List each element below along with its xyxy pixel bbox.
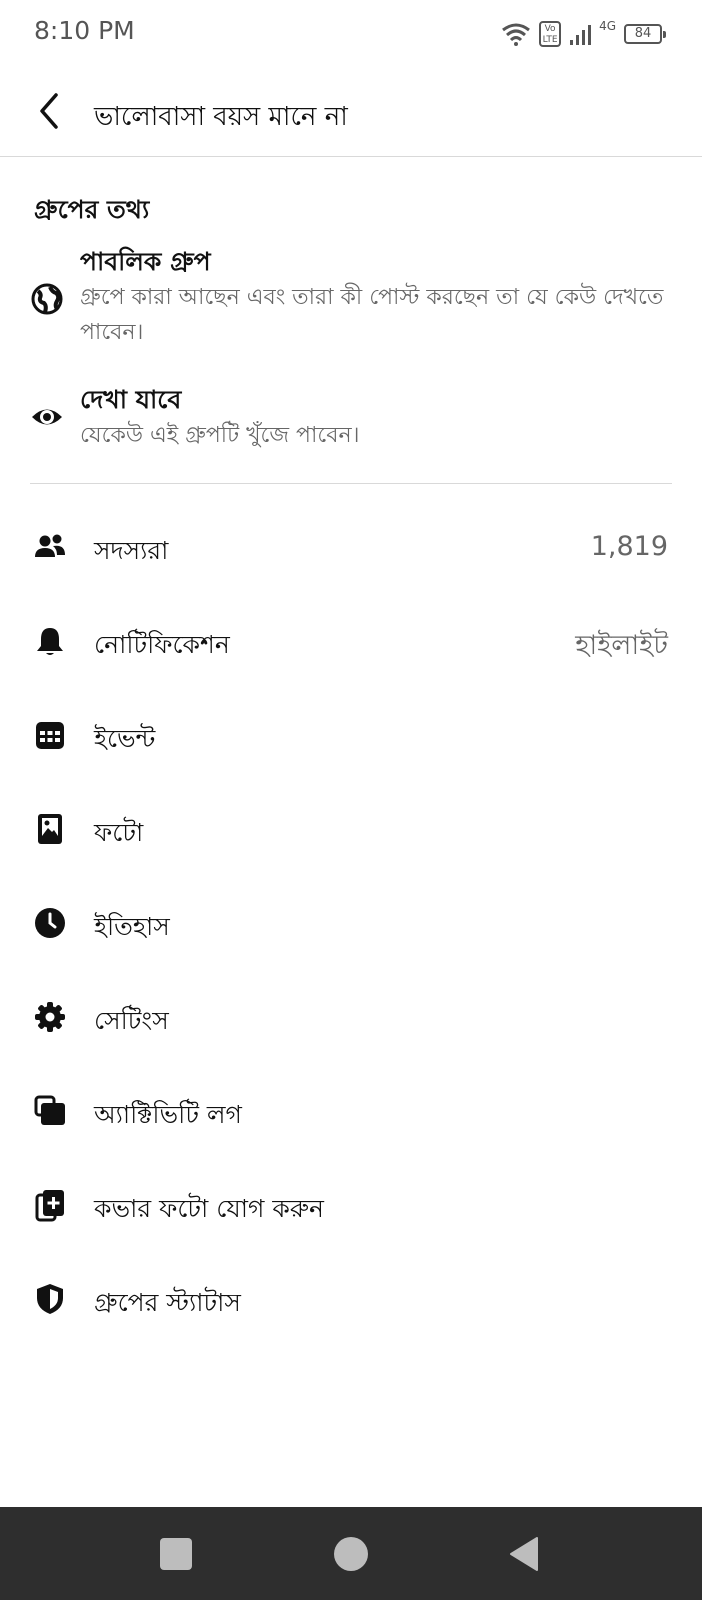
battery-level: 84	[634, 26, 652, 41]
notifications-setting-value: হাইলাইট	[575, 630, 668, 661]
globe-icon	[31, 283, 63, 315]
status-bar: 8:10 PM Vo LTE 4G 84	[0, 0, 702, 70]
menu-item-history[interactable]: ইতিহাস	[0, 876, 702, 970]
signal-icon	[570, 25, 592, 45]
battery-icon: 84	[624, 24, 666, 44]
bell-icon	[37, 628, 63, 655]
activity-log-icon	[34, 1095, 65, 1125]
privacy-description: গ্রুপে কারা আছেন এবং তারা কী পোস্ট করছেন…	[80, 285, 664, 345]
menu-item-members[interactable]: সদস্যরা 1,819	[0, 500, 702, 594]
privacy-info-row: পাবলিক গ্রুপ গ্রুপে কারা আছেন এবং তারা ক…	[0, 242, 702, 352]
page-title: ভালোবাসা বয়স মানে না	[94, 102, 348, 132]
menu-item-activity-log[interactable]: অ্যাক্টিভিটি লগ	[0, 1064, 702, 1158]
members-count: 1,819	[590, 531, 668, 562]
group-info-section-title: গ্রুপের তথ্য	[34, 195, 150, 224]
volte-icon: Vo LTE	[539, 21, 562, 47]
recent-apps-button[interactable]	[158, 1536, 194, 1572]
chevron-left-icon	[40, 93, 58, 129]
menu-label-settings: সেটিংস	[94, 1006, 169, 1035]
app-header: ভালোবাসা বয়স মানে না	[0, 70, 702, 157]
clock-icon	[35, 908, 65, 938]
visibility-description: যেকেউ এই গ্রুপটি খুঁজে পাবেন।	[80, 423, 360, 448]
wifi-icon	[502, 23, 530, 46]
system-navigation-bar	[0, 1507, 702, 1600]
menu-label-group-status: গ্রুপের স্ট্যাটাস	[94, 1288, 241, 1317]
status-icons: Vo LTE 4G 84	[501, 18, 666, 50]
menu-item-add-cover-photo[interactable]: কভার ফটো যোগ করুন	[0, 1158, 702, 1252]
add-photo-icon	[35, 1190, 64, 1222]
eye-icon	[32, 409, 62, 425]
menu-item-events[interactable]: ইভেন্ট	[0, 688, 702, 782]
menu-label-members: সদস্যরা	[94, 536, 169, 565]
calendar-icon	[36, 722, 64, 749]
volte-label-top: Vo	[544, 24, 556, 34]
home-button[interactable]	[333, 1536, 369, 1572]
menu-label-events: ইভেন্ট	[94, 724, 156, 753]
back-button[interactable]	[26, 88, 72, 134]
menu-label-history: ইতিহাস	[94, 912, 170, 941]
menu-item-group-status[interactable]: গ্রুপের স্ট্যাটাস	[0, 1252, 702, 1346]
section-divider	[30, 483, 672, 484]
gear-icon	[35, 1002, 65, 1032]
visibility-info-row: দেখা যাবে যেকেউ এই গ্রুপটি খুঁজে পাবেন।	[0, 380, 702, 460]
visibility-title: দেখা যাবে	[80, 385, 182, 414]
shield-icon	[37, 1284, 63, 1314]
menu-label-notifications: নোটিফিকেশন	[94, 630, 230, 659]
status-time: 8:10 PM	[34, 16, 135, 45]
menu-label-activity-log: অ্যাক্টিভিটি লগ	[94, 1100, 242, 1129]
menu-label-photos: ফটো	[94, 818, 144, 847]
menu-label-add-cover-photo: কভার ফটো যোগ করুন	[94, 1194, 324, 1223]
privacy-title: পাবলিক গ্রুপ	[80, 247, 211, 276]
network-type-label: 4G	[599, 19, 616, 33]
menu-item-photos[interactable]: ফটো	[0, 782, 702, 876]
volte-label-bottom: LTE	[542, 35, 558, 45]
people-icon	[35, 534, 65, 557]
menu-item-notifications[interactable]: নোটিফিকেশন হাইলাইট	[0, 594, 702, 688]
back-nav-button[interactable]	[507, 1536, 543, 1572]
menu-item-settings[interactable]: সেটিংস	[0, 970, 702, 1064]
photo-icon	[38, 814, 62, 844]
